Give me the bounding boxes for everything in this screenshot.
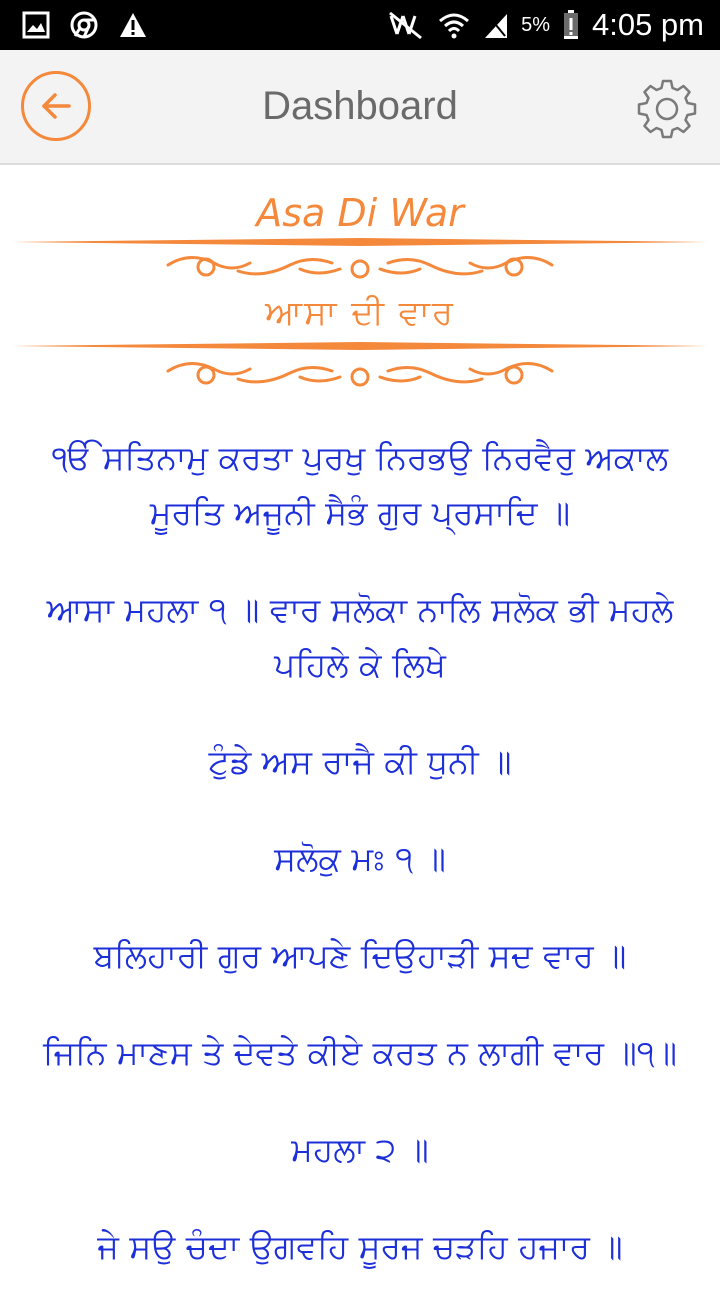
clock: 4:05 pm xyxy=(591,7,704,42)
verse-item: ਆਸਾ ਮਹਲਾ ੧ ॥ ਵਾਰ ਸਲੋਕਾ ਨਾਲਿ ਸਲੋਕ ਭੀ ਮਹਲੇ… xyxy=(46,590,674,684)
title-header: Asa Di War ਆਸਾ ਦੀ ਵਾਰ xyxy=(0,165,720,405)
wifi-icon xyxy=(439,13,470,39)
verse-item: ਸਲੋਕੁ ਮਃ ੧ ॥ xyxy=(274,839,446,878)
verse-item: ੴ ਸਤਿਨਾਮੁ ਕਰਤਾ ਪੁਰਖੁ ਨਿਰਭਉ ਨਿਰਵੈਰੁ ਅਕਾਲ … xyxy=(51,438,669,532)
verse-item: ਟੁੰਡੇ ਅਸ ਰਾਜੈ ਕੀ ਧੁਨੀ ॥ xyxy=(208,742,512,781)
page-title: Dashboard xyxy=(262,84,458,128)
verse-item: ਮਹਲਾ ੨ ॥ xyxy=(291,1130,429,1169)
ornament-divider xyxy=(12,342,708,387)
mute-icon xyxy=(389,11,423,40)
gear-icon[interactable] xyxy=(635,77,699,141)
verse-item: ਬਲਿਹਾਰੀ ਗੁਰ ਆਪਣੇ ਦਿਉਹਾੜੀ ਸਦ ਵਾਰ ॥ xyxy=(93,936,627,975)
gallery-icon xyxy=(22,11,50,39)
title-punjabi: ਆਸਾ ਦੀ ਵਾਰ xyxy=(265,293,455,333)
signal-icon xyxy=(485,13,508,38)
verse-list: ੴ ਸਤਿਨਾਮੁ ਕਰਤਾ ਪੁਰਖੁ ਨਿਰਭਉ ਨਿਰਵੈਰੁ ਅਕਾਲ … xyxy=(0,430,720,1316)
verse-item: ਜੇ ਸਉ ਚੰਦਾ ਉਗਵਹਿ ਸੂਰਜ ਚੜਹਿ ਹਜਾਰ ॥ xyxy=(97,1227,623,1266)
battery-percent: 5% xyxy=(521,13,550,36)
verse-item: ਜਿਨਿ ਮਾਣਸ ਤੇ ਦੇਵਤੇ ਕੀਏ ਕਰਤ ਨ ਲਾਗੀ ਵਾਰ ॥੧… xyxy=(43,1033,677,1072)
battery-icon xyxy=(563,10,578,39)
chrome-icon xyxy=(70,11,98,39)
status-bar: 5% 4:05 pm xyxy=(0,0,720,50)
ornament-divider xyxy=(12,238,708,279)
app-bar: Dashboard xyxy=(0,50,720,165)
title-english: Asa Di War xyxy=(256,191,464,235)
warning-icon xyxy=(120,13,146,37)
